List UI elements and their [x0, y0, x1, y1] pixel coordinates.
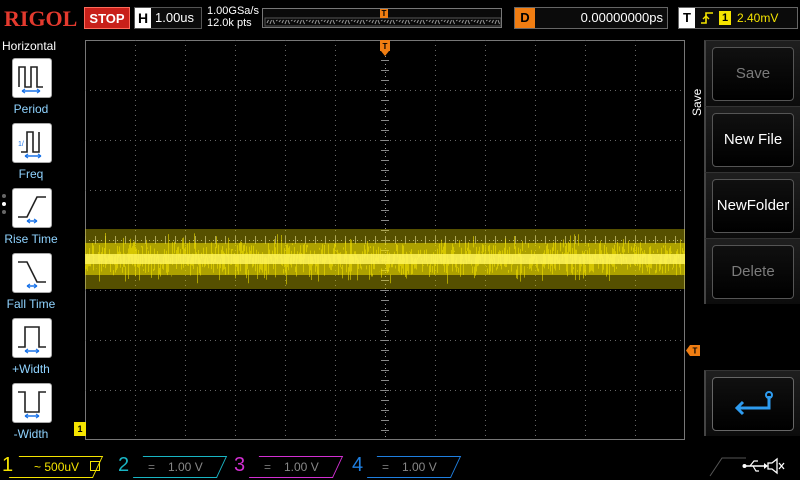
- trigger-delay[interactable]: D 0.00000000ps: [514, 7, 668, 29]
- svg-text:T: T: [383, 42, 388, 51]
- delay-label: D: [515, 8, 535, 28]
- channel-1-trace: [85, 229, 685, 289]
- menu-slot-5: [704, 304, 800, 370]
- status-divider: [709, 457, 746, 477]
- channel-status-bar: 1 ~ 500uV 2 = 1.00 V 3 = 1.00 V 4 = 1.00…: [0, 452, 800, 480]
- sample-rate: 1.00GSa/s: [207, 5, 259, 17]
- horizontal-timebase[interactable]: H 1.00us: [134, 7, 202, 29]
- waveform-display: [85, 40, 685, 440]
- run-stop-indicator[interactable]: STOP: [84, 7, 130, 29]
- measure-period-label: Period: [13, 102, 49, 116]
- channel-3-scale: 1.00 V: [284, 460, 319, 474]
- svg-text:1/: 1/: [18, 141, 24, 148]
- channel-3-number: 3: [234, 454, 246, 476]
- trigger-position-marker[interactable]: T: [380, 40, 390, 56]
- measure-negative-width[interactable]: -Width: [0, 383, 62, 445]
- channel-4-status[interactable]: 4 = 1.00 V: [352, 454, 462, 478]
- measure-fall-time-label: Fall Time: [6, 297, 56, 311]
- channel-1-bw-limit-icon: [90, 461, 100, 471]
- measure-frequency-label: Freq: [18, 167, 44, 181]
- channel-3-status[interactable]: 3 = 1.00 V: [234, 454, 344, 478]
- save-menu: Save Save New File NewFolder Delete: [686, 40, 800, 452]
- period-icon: [12, 58, 52, 98]
- measure-period[interactable]: Period: [0, 58, 62, 120]
- menu-slot-1: Save: [704, 40, 800, 106]
- channel-4-coupling: =: [382, 460, 390, 474]
- measure-negative-width-label: -Width: [13, 427, 49, 441]
- menu-title-text: Save: [690, 88, 704, 116]
- channel-3-coupling: =: [264, 460, 272, 474]
- measurement-panel: Horizontal Period 1/ Freq Rise Time Fall…: [0, 36, 62, 452]
- channel-4-scale: 1.00 V: [402, 460, 437, 474]
- channel-1-scale: 500uV: [44, 460, 80, 474]
- channel-4-number: 4: [352, 454, 364, 476]
- fall-time-icon: [12, 253, 52, 293]
- menu-slot-2: New File: [704, 106, 800, 172]
- new-folder-button[interactable]: NewFolder: [712, 179, 794, 233]
- channel-2-scale: 1.00 V: [168, 460, 203, 474]
- menu-slot-6: [704, 370, 800, 436]
- top-status-bar: RIGOL STOP H 1.00us 1.00GSa/s 12.0k pts …: [0, 0, 800, 36]
- delay-value: 0.00000000ps: [580, 10, 663, 25]
- measure-positive-width-label: +Width: [12, 362, 50, 376]
- measure-frequency[interactable]: 1/ Freq: [0, 123, 62, 185]
- save-button[interactable]: Save: [712, 47, 794, 101]
- channel-1-status[interactable]: 1 ~ 500uV: [2, 454, 112, 478]
- speaker-mute-icon[interactable]: [766, 457, 786, 475]
- rise-time-icon: [12, 188, 52, 228]
- trigger-label: T: [679, 8, 695, 28]
- memory-overview-bar: T: [262, 8, 502, 28]
- frequency-icon: 1/: [12, 123, 52, 163]
- trigger-status[interactable]: T 1 2.40mV: [678, 7, 798, 29]
- horizontal-label: H: [135, 8, 151, 28]
- menu-title: Save: [686, 64, 706, 144]
- delete-button[interactable]: Delete: [712, 245, 794, 299]
- measure-rise-time[interactable]: Rise Time: [0, 188, 62, 250]
- menu-slot-4: Delete: [704, 238, 800, 304]
- usb-icon: [742, 460, 768, 472]
- timebase-value: 1.00us: [155, 10, 195, 25]
- memory-depth: 12.0k pts: [207, 17, 252, 29]
- channel-2-status[interactable]: 2 = 1.00 V: [118, 454, 228, 478]
- acquisition-info: 1.00GSa/s 12.0k pts: [207, 5, 259, 29]
- menu-slot-3: NewFolder: [704, 172, 800, 238]
- trigger-level: 2.40mV: [737, 11, 779, 25]
- measure-rise-time-label: Rise Time: [4, 232, 58, 246]
- measure-fall-time[interactable]: Fall Time: [0, 253, 62, 315]
- memory-trigger-marker: T: [380, 9, 388, 18]
- panel-title: Horizontal: [2, 39, 57, 53]
- return-arrow-icon: [734, 391, 773, 416]
- channel-1-offset-marker[interactable]: 1: [74, 422, 86, 436]
- rising-edge-icon: [701, 12, 713, 24]
- negative-width-icon: [12, 383, 52, 423]
- new-file-button[interactable]: New File: [712, 113, 794, 167]
- return-button[interactable]: [712, 377, 794, 431]
- channel-2-coupling: =: [148, 460, 156, 474]
- measure-positive-width[interactable]: +Width: [0, 318, 62, 380]
- channel-1-coupling: ~: [34, 460, 42, 474]
- channel-2-number: 2: [118, 454, 130, 476]
- brand-logo: RIGOL: [4, 6, 78, 31]
- positive-width-icon: [12, 318, 52, 358]
- trigger-source: 1: [719, 11, 731, 25]
